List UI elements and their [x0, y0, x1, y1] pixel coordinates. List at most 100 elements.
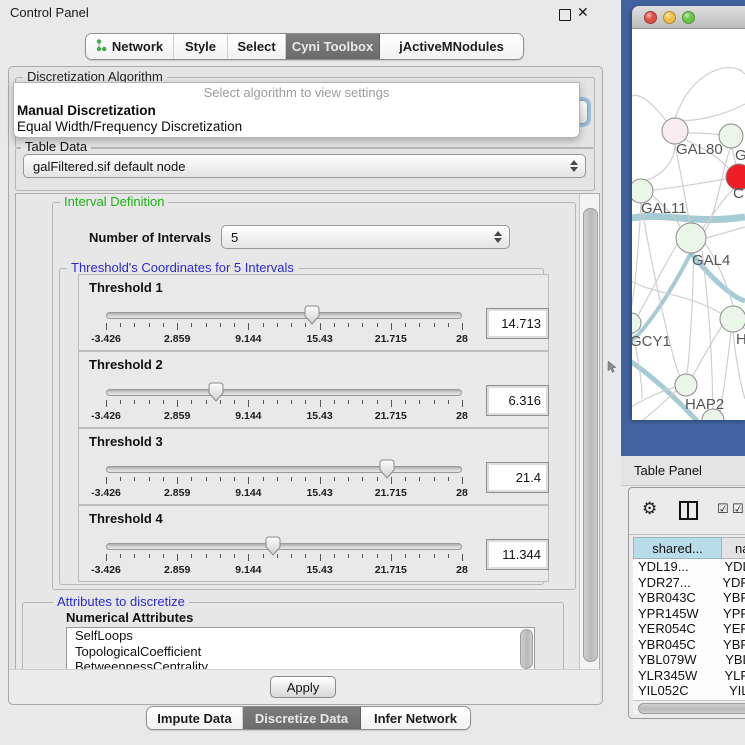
combo-stepper-icon[interactable] [570, 160, 578, 172]
threshold-value-field[interactable]: 11.344 [486, 539, 549, 570]
tab-select[interactable]: Select [228, 34, 286, 59]
table-row[interactable]: YDR27...YDR2 [633, 575, 745, 591]
threshold-slider-track[interactable] [106, 466, 462, 473]
tick-mark [362, 323, 363, 327]
attribute-list-scrollbar[interactable] [520, 629, 533, 669]
tick-label: 2.859 [164, 564, 190, 576]
threshold-value-field[interactable]: 21.4 [486, 462, 549, 493]
checkbox-icon[interactable]: ☑ [717, 501, 729, 517]
table-row[interactable]: YBR045CYBR0 [633, 637, 745, 653]
tab-impute-data[interactable]: Impute Data [147, 707, 243, 729]
table-row[interactable]: YPR145WYPR1 [633, 606, 745, 622]
tick-mark [434, 477, 435, 481]
dropdown-option[interactable]: Manual Discretization [14, 103, 579, 119]
dropdown-option[interactable]: Equal Width/Frequency Discretization [14, 119, 579, 135]
attribute-list-item[interactable]: SelfLoops [67, 628, 534, 644]
network-canvas[interactable]: GAL80GACGAL11GAL4HGCY1HAP2 [632, 29, 745, 420]
tick-mark [134, 554, 135, 558]
tick-mark [191, 323, 192, 327]
threshold-slider-track[interactable] [106, 543, 462, 550]
network-node-HAP2[interactable] [675, 374, 697, 396]
tab-label: Infer Network [374, 711, 457, 726]
gear-icon[interactable]: ⚙ [642, 499, 657, 519]
minimize-light-icon[interactable] [663, 11, 676, 24]
threshold-value-field[interactable]: 6.316 [486, 385, 549, 416]
table-hscrollbar-thumb[interactable] [638, 703, 745, 714]
table-hscrollbar-track[interactable] [633, 700, 745, 714]
tick-mark [177, 554, 178, 561]
table-row[interactable]: YBL079WYBL0 [633, 652, 745, 668]
table-row[interactable]: YLR345WYLR3 [633, 668, 745, 684]
table-row[interactable]: YER054CYER0 [633, 621, 745, 637]
columns-icon[interactable] [679, 501, 698, 520]
column-header-name[interactable]: name [722, 537, 745, 559]
apply-button[interactable]: Apply [270, 676, 336, 698]
threshold-slider-track[interactable] [106, 312, 462, 319]
attribute-list-item[interactable]: TopologicalCoefficient [67, 644, 534, 660]
threshold-slider-track[interactable] [106, 389, 462, 396]
tab-discretize-data[interactable]: Discretize Data [243, 707, 361, 729]
combo-stepper-icon[interactable] [494, 231, 502, 243]
tick-label: 15.43 [306, 333, 332, 345]
settings-scrollbar-thumb[interactable] [583, 208, 598, 662]
threshold-slider-thumb[interactable] [265, 536, 281, 556]
table-row[interactable]: YDL19...YDL1 [633, 559, 745, 575]
network-edge [632, 253, 691, 344]
network-node-H-node[interactable] [720, 306, 745, 332]
network-edge [687, 133, 720, 135]
threshold-slider-thumb[interactable] [304, 305, 320, 325]
cell-shared-name: YDL19... [633, 559, 717, 575]
tick-label: 28 [456, 333, 468, 345]
number-of-intervals-combobox[interactable]: 5 [221, 225, 510, 249]
tick-mark [120, 400, 121, 404]
cell-name: YBR0 [716, 637, 745, 653]
column-header-shared-name[interactable]: shared... [633, 537, 722, 559]
tab-label: Network [112, 39, 163, 54]
tick-mark [234, 400, 235, 404]
threshold-value-field[interactable]: 14.713 [486, 308, 549, 339]
app-screen: Control Panel ✕ NetworkStyleSelectCyni T… [0, 0, 745, 745]
tick-mark [348, 400, 349, 404]
network-node-GAL4[interactable] [676, 223, 706, 253]
settings-scrollbar-track[interactable] [579, 194, 599, 670]
close-panel-icon[interactable]: ✕ [577, 4, 589, 21]
dropdown-placeholder: Select algorithm to view settings [14, 83, 579, 103]
tick-mark [362, 554, 363, 558]
network-view-window: GAL80GACGAL11GAL4HGCY1HAP2 [632, 6, 745, 420]
numerical-attributes-list[interactable]: SelfLoopsTopologicalCoefficientBetweenne… [66, 627, 535, 671]
tab-style[interactable]: Style [174, 34, 228, 59]
threshold-label: Threshold 1 [89, 280, 163, 295]
table-row[interactable]: YIL052CYIL0 [633, 683, 745, 699]
tick-mark [334, 400, 335, 404]
tick-label: 9.144 [235, 410, 261, 422]
cell-name: YBR0 [716, 590, 745, 606]
node-label: GAL80 [676, 141, 723, 158]
tick-label: 2.859 [164, 487, 190, 499]
table-data-combobox[interactable]: galFiltered.sif default node [23, 154, 586, 178]
table-row[interactable]: YBR043CYBR0 [633, 590, 745, 606]
float-panel-icon[interactable] [559, 9, 571, 21]
tick-label: 9.144 [235, 487, 261, 499]
tab-jactivemnodules[interactable]: jActiveMNodules [380, 34, 523, 59]
node-label: GAL11 [641, 200, 687, 217]
tick-label: 9.144 [235, 564, 261, 576]
checkbox-icon[interactable]: ☑ [732, 501, 744, 517]
table-header: shared... name [633, 537, 745, 559]
close-light-icon[interactable] [644, 11, 657, 24]
network-window-titlebar[interactable] [632, 6, 745, 29]
tick-label: -3.426 [91, 333, 121, 345]
tick-mark [234, 323, 235, 327]
zoom-light-icon[interactable] [682, 11, 695, 24]
tick-mark [106, 477, 107, 484]
tick-label: 28 [456, 564, 468, 576]
tab-label: Select [237, 39, 275, 54]
tick-mark [291, 323, 292, 327]
tick-mark [248, 554, 249, 561]
tab-infer-network[interactable]: Infer Network [361, 707, 470, 729]
threshold-slider-thumb[interactable] [208, 382, 224, 402]
tab-cyni-toolbox[interactable]: Cyni Toolbox [286, 34, 380, 59]
threshold-slider-thumb[interactable] [379, 459, 395, 479]
interval-definition-label: Interval Definition [60, 195, 168, 209]
tab-network[interactable]: Network [86, 34, 174, 59]
tick-mark [320, 477, 321, 484]
